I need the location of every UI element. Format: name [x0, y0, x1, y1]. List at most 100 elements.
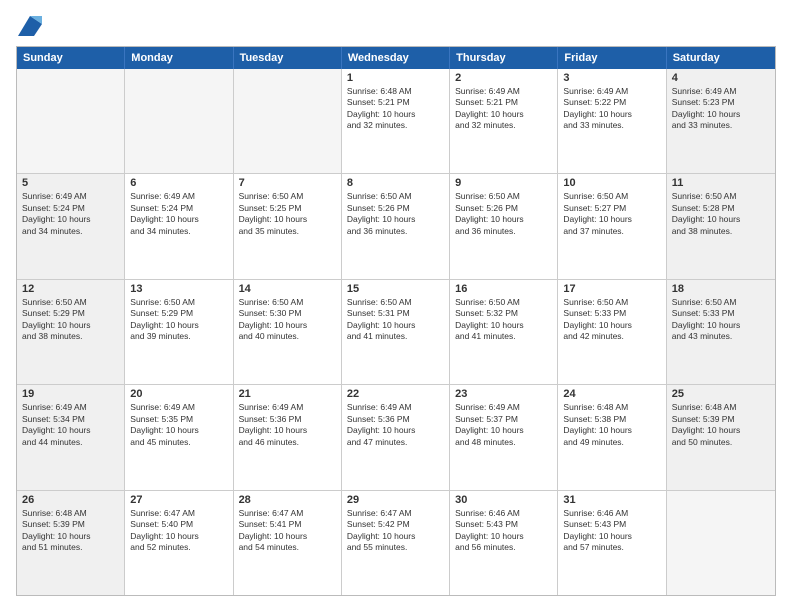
- day-number: 19: [22, 388, 119, 400]
- calendar-cell: 17Sunrise: 6:50 AM Sunset: 5:33 PM Dayli…: [558, 280, 666, 384]
- day-number: 26: [22, 494, 119, 506]
- cell-info: Sunrise: 6:50 AM Sunset: 5:25 PM Dayligh…: [239, 191, 336, 237]
- calendar-cell: 29 Sunrise: 6:47 AM Sunset: 5:42 PM Dayli…: [342, 491, 450, 595]
- weekday-header: Saturday: [667, 47, 775, 69]
- day-number: 24: [563, 388, 660, 400]
- calendar-header: SundayMondayTuesdayWednesdayThursdayFrid…: [17, 47, 775, 69]
- calendar-cell: 31 Sunrise: 6:46 AM Sunset: 5:43 PM Dayli…: [558, 491, 666, 595]
- calendar-cell: 8 Sunrise: 6:50 AM Sunset: 5:26 PM Daylig…: [342, 174, 450, 278]
- day-number: 30: [455, 494, 552, 506]
- calendar-row: 5 Sunrise: 6:49 AM Sunset: 5:24 PM Daylig…: [17, 174, 775, 279]
- cell-info: Sunrise: 6:48 AM Sunset: 5:38 PM Dayligh…: [563, 402, 660, 448]
- cell-info: Sunrise: 6:49 AM Sunset: 5:23 PM Dayligh…: [672, 86, 770, 132]
- calendar-row: 12 Sunrise: 6:50 AM Sunset: 5:29 PM Dayli…: [17, 280, 775, 385]
- cell-info: Sunrise: 6:50 AM Sunset: 5:33 PM Dayligh…: [672, 297, 770, 343]
- weekday-header: Tuesday: [234, 47, 342, 69]
- calendar-cell: [125, 69, 233, 173]
- day-number: 12: [22, 283, 119, 295]
- calendar-body: 1 Sunrise: 6:48 AM Sunset: 5:21 PM Daylig…: [17, 69, 775, 595]
- cell-info: Sunrise: 6:49 AM Sunset: 5:37 PM Dayligh…: [455, 402, 552, 448]
- calendar-cell: 5 Sunrise: 6:49 AM Sunset: 5:24 PM Daylig…: [17, 174, 125, 278]
- cell-info: Sunrise: 6:50 AM Sunset: 5:30 PM Dayligh…: [239, 297, 336, 343]
- weekday-header: Friday: [558, 47, 666, 69]
- calendar-cell: 12Sunrise: 6:50 AM Sunset: 5:29 PM Dayli…: [17, 280, 125, 384]
- day-number: 14: [239, 283, 336, 295]
- day-number: 27: [130, 494, 227, 506]
- day-number: 9: [455, 177, 552, 189]
- cell-info: Sunrise: 6:48 AM Sunset: 5:39 PM Dayligh…: [22, 508, 119, 554]
- day-number: 15: [347, 283, 444, 295]
- calendar-cell: 11Sunrise: 6:50 AM Sunset: 5:28 PM Dayli…: [667, 174, 775, 278]
- cell-info: Sunrise: 6:49 AM Sunset: 5:24 PM Dayligh…: [130, 191, 227, 237]
- day-number: 25: [672, 388, 770, 400]
- day-number: 2: [455, 72, 552, 84]
- calendar-cell: 4 Sunrise: 6:49 AM Sunset: 5:23 PM Daylig…: [667, 69, 775, 173]
- calendar-cell: 13 Sunrise: 6:50 AM Sunset: 5:29 PM Dayli…: [125, 280, 233, 384]
- cell-info: Sunrise: 6:46 AM Sunset: 5:43 PM Dayligh…: [563, 508, 660, 554]
- cell-info: Sunrise: 6:50 AM Sunset: 5:29 PM Dayligh…: [130, 297, 227, 343]
- calendar-cell: 16 Sunrise: 6:50 AM Sunset: 5:32 PM Dayli…: [450, 280, 558, 384]
- calendar-cell: [667, 491, 775, 595]
- calendar-cell: 28 Sunrise: 6:47 AM Sunset: 5:41 PM Dayli…: [234, 491, 342, 595]
- day-number: 31: [563, 494, 660, 506]
- cell-info: Sunrise: 6:47 AM Sunset: 5:41 PM Dayligh…: [239, 508, 336, 554]
- logo-icon: [18, 16, 42, 36]
- calendar-row: 1 Sunrise: 6:48 AM Sunset: 5:21 PM Daylig…: [17, 69, 775, 174]
- day-number: 22: [347, 388, 444, 400]
- cell-info: Sunrise: 6:48 AM Sunset: 5:39 PM Dayligh…: [672, 402, 770, 448]
- calendar-cell: 15 Sunrise: 6:50 AM Sunset: 5:31 PM Dayli…: [342, 280, 450, 384]
- day-number: 8: [347, 177, 444, 189]
- calendar-cell: 30 Sunrise: 6:46 AM Sunset: 5:43 PM Dayli…: [450, 491, 558, 595]
- calendar-cell: [17, 69, 125, 173]
- day-number: 29: [347, 494, 444, 506]
- cell-info: Sunrise: 6:47 AM Sunset: 5:40 PM Dayligh…: [130, 508, 227, 554]
- calendar-cell: 14 Sunrise: 6:50 AM Sunset: 5:30 PM Dayli…: [234, 280, 342, 384]
- cell-info: Sunrise: 6:50 AM Sunset: 5:31 PM Dayligh…: [347, 297, 444, 343]
- cell-info: Sunrise: 6:46 AM Sunset: 5:43 PM Dayligh…: [455, 508, 552, 554]
- header: [16, 16, 776, 36]
- day-number: 23: [455, 388, 552, 400]
- day-number: 4: [672, 72, 770, 84]
- calendar-cell: 9Sunrise: 6:50 AM Sunset: 5:26 PM Daylig…: [450, 174, 558, 278]
- day-number: 16: [455, 283, 552, 295]
- calendar-cell: [234, 69, 342, 173]
- cell-info: Sunrise: 6:49 AM Sunset: 5:22 PM Dayligh…: [563, 86, 660, 132]
- cell-info: Sunrise: 6:50 AM Sunset: 5:32 PM Dayligh…: [455, 297, 552, 343]
- calendar-cell: 18Sunrise: 6:50 AM Sunset: 5:33 PM Dayli…: [667, 280, 775, 384]
- calendar-cell: 27 Sunrise: 6:47 AM Sunset: 5:40 PM Dayli…: [125, 491, 233, 595]
- calendar-container: SundayMondayTuesdayWednesdayThursdayFrid…: [16, 46, 776, 596]
- day-number: 6: [130, 177, 227, 189]
- calendar-row: 19 Sunrise: 6:49 AM Sunset: 5:34 PM Dayli…: [17, 385, 775, 490]
- calendar-row: 26 Sunrise: 6:48 AM Sunset: 5:39 PM Dayli…: [17, 491, 775, 595]
- day-number: 5: [22, 177, 119, 189]
- day-number: 1: [347, 72, 444, 84]
- calendar-cell: 2 Sunrise: 6:49 AM Sunset: 5:21 PM Daylig…: [450, 69, 558, 173]
- calendar-cell: 6 Sunrise: 6:49 AM Sunset: 5:24 PM Daylig…: [125, 174, 233, 278]
- cell-info: Sunrise: 6:50 AM Sunset: 5:26 PM Dayligh…: [347, 191, 444, 237]
- weekday-header: Wednesday: [342, 47, 450, 69]
- calendar-cell: 3Sunrise: 6:49 AM Sunset: 5:22 PM Daylig…: [558, 69, 666, 173]
- calendar-cell: 19 Sunrise: 6:49 AM Sunset: 5:34 PM Dayli…: [17, 385, 125, 489]
- day-number: 28: [239, 494, 336, 506]
- calendar-cell: 22 Sunrise: 6:49 AM Sunset: 5:36 PM Dayli…: [342, 385, 450, 489]
- cell-info: Sunrise: 6:47 AM Sunset: 5:42 PM Dayligh…: [347, 508, 444, 554]
- logo: [16, 16, 42, 36]
- calendar-cell: 21Sunrise: 6:49 AM Sunset: 5:36 PM Dayli…: [234, 385, 342, 489]
- weekday-header: Thursday: [450, 47, 558, 69]
- cell-info: Sunrise: 6:48 AM Sunset: 5:21 PM Dayligh…: [347, 86, 444, 132]
- weekday-header: Monday: [125, 47, 233, 69]
- day-number: 11: [672, 177, 770, 189]
- calendar-cell: 1 Sunrise: 6:48 AM Sunset: 5:21 PM Daylig…: [342, 69, 450, 173]
- day-number: 13: [130, 283, 227, 295]
- day-number: 10: [563, 177, 660, 189]
- calendar-cell: 24 Sunrise: 6:48 AM Sunset: 5:38 PM Dayli…: [558, 385, 666, 489]
- calendar-cell: 26 Sunrise: 6:48 AM Sunset: 5:39 PM Dayli…: [17, 491, 125, 595]
- cell-info: Sunrise: 6:49 AM Sunset: 5:36 PM Dayligh…: [347, 402, 444, 448]
- cell-info: Sunrise: 6:49 AM Sunset: 5:34 PM Dayligh…: [22, 402, 119, 448]
- calendar-cell: 7Sunrise: 6:50 AM Sunset: 5:25 PM Daylig…: [234, 174, 342, 278]
- cell-info: Sunrise: 6:49 AM Sunset: 5:36 PM Dayligh…: [239, 402, 336, 448]
- cell-info: Sunrise: 6:49 AM Sunset: 5:21 PM Dayligh…: [455, 86, 552, 132]
- calendar-cell: 20Sunrise: 6:49 AM Sunset: 5:35 PM Dayli…: [125, 385, 233, 489]
- cell-info: Sunrise: 6:49 AM Sunset: 5:24 PM Dayligh…: [22, 191, 119, 237]
- cell-info: Sunrise: 6:49 AM Sunset: 5:35 PM Dayligh…: [130, 402, 227, 448]
